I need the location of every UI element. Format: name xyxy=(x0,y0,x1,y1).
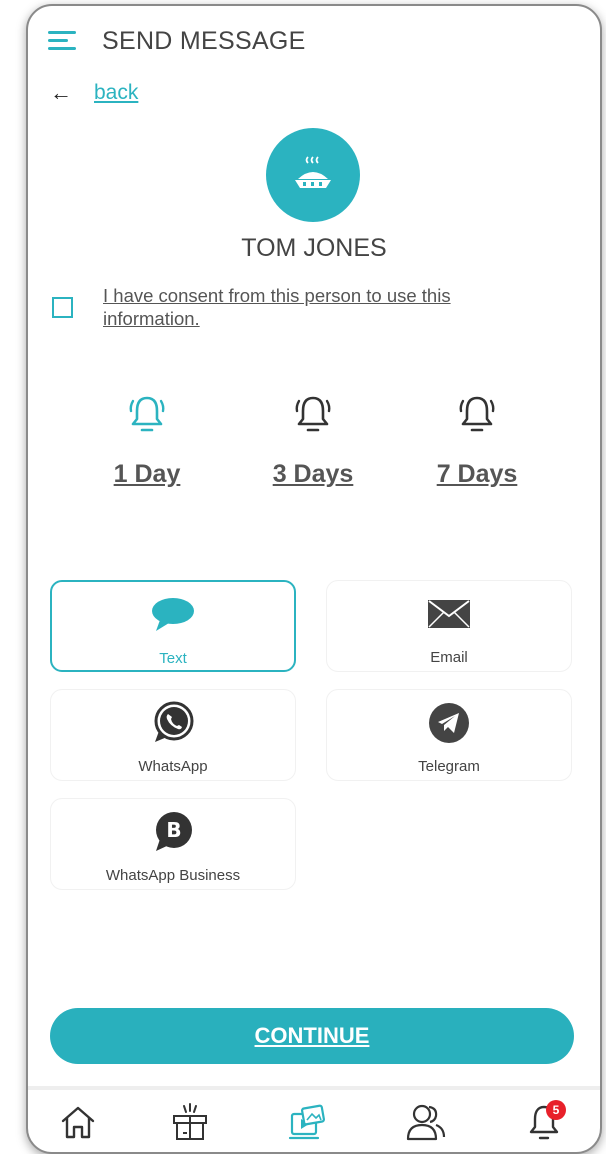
reminder-label: 7 Days xyxy=(436,460,518,488)
phone-frame: SEND MESSAGE ← back TOM JONES I have con… xyxy=(26,4,602,1154)
whatsapp-icon xyxy=(154,701,194,742)
bell-icon xyxy=(459,396,495,432)
consent-label[interactable]: I have consent from this person to use t… xyxy=(103,284,523,330)
channel-label: WhatsApp xyxy=(138,758,208,775)
speech-bubble-icon xyxy=(152,598,194,631)
channel-text[interactable]: Text xyxy=(50,580,296,672)
envelope-icon xyxy=(428,600,470,628)
continue-button[interactable]: CONTINUE xyxy=(50,1008,574,1064)
nav-divider xyxy=(28,1086,600,1090)
svg-text:B: B xyxy=(166,818,181,842)
consent-row: I have consent from this person to use t… xyxy=(52,284,523,330)
hamburger-icon[interactable] xyxy=(48,29,76,53)
reminder-label: 1 Day xyxy=(113,460,181,488)
header: SEND MESSAGE xyxy=(48,24,306,58)
people-icon xyxy=(406,1104,446,1141)
reminder-3-days[interactable]: 3 Days xyxy=(248,392,378,489)
nav-contacts[interactable] xyxy=(404,1100,448,1144)
nav-notifications[interactable]: 5 xyxy=(522,1100,566,1144)
nav-home[interactable] xyxy=(56,1100,100,1144)
bottom-nav: 5 xyxy=(28,1096,600,1152)
channel-whatsapp-business[interactable]: B WhatsApp Business xyxy=(50,798,296,890)
gift-icon xyxy=(173,1103,207,1140)
arrow-left-icon[interactable]: ← xyxy=(50,80,74,106)
back-row: ← back xyxy=(50,80,138,106)
home-icon xyxy=(61,1106,95,1139)
telegram-icon xyxy=(429,703,469,743)
bell-icon xyxy=(295,396,331,432)
notification-badge: 5 xyxy=(546,1100,566,1120)
channel-label: Text xyxy=(159,650,187,667)
pie-icon xyxy=(295,156,331,188)
page-title: SEND MESSAGE xyxy=(102,26,306,55)
nav-gift[interactable] xyxy=(168,1100,212,1144)
reminder-label: 3 Days xyxy=(272,460,354,488)
channel-label: Email xyxy=(430,649,468,666)
whatsapp-business-icon: B xyxy=(156,812,192,851)
media-icon xyxy=(288,1104,326,1140)
contact-name: TOM JONES xyxy=(241,234,387,262)
channel-email[interactable]: Email xyxy=(326,580,572,672)
reminder-7-days[interactable]: 7 Days xyxy=(412,392,542,489)
channel-label: WhatsApp Business xyxy=(105,867,241,884)
channel-telegram[interactable]: Telegram xyxy=(326,689,572,781)
channel-whatsapp[interactable]: WhatsApp xyxy=(50,689,296,781)
bell-icon xyxy=(129,396,165,432)
nav-media[interactable] xyxy=(286,1100,330,1144)
consent-checkbox[interactable] xyxy=(52,297,73,318)
avatar xyxy=(266,128,360,222)
channel-label: Telegram xyxy=(418,758,480,775)
back-link[interactable]: back xyxy=(94,81,138,105)
reminder-1-day[interactable]: 1 Day xyxy=(82,392,212,489)
